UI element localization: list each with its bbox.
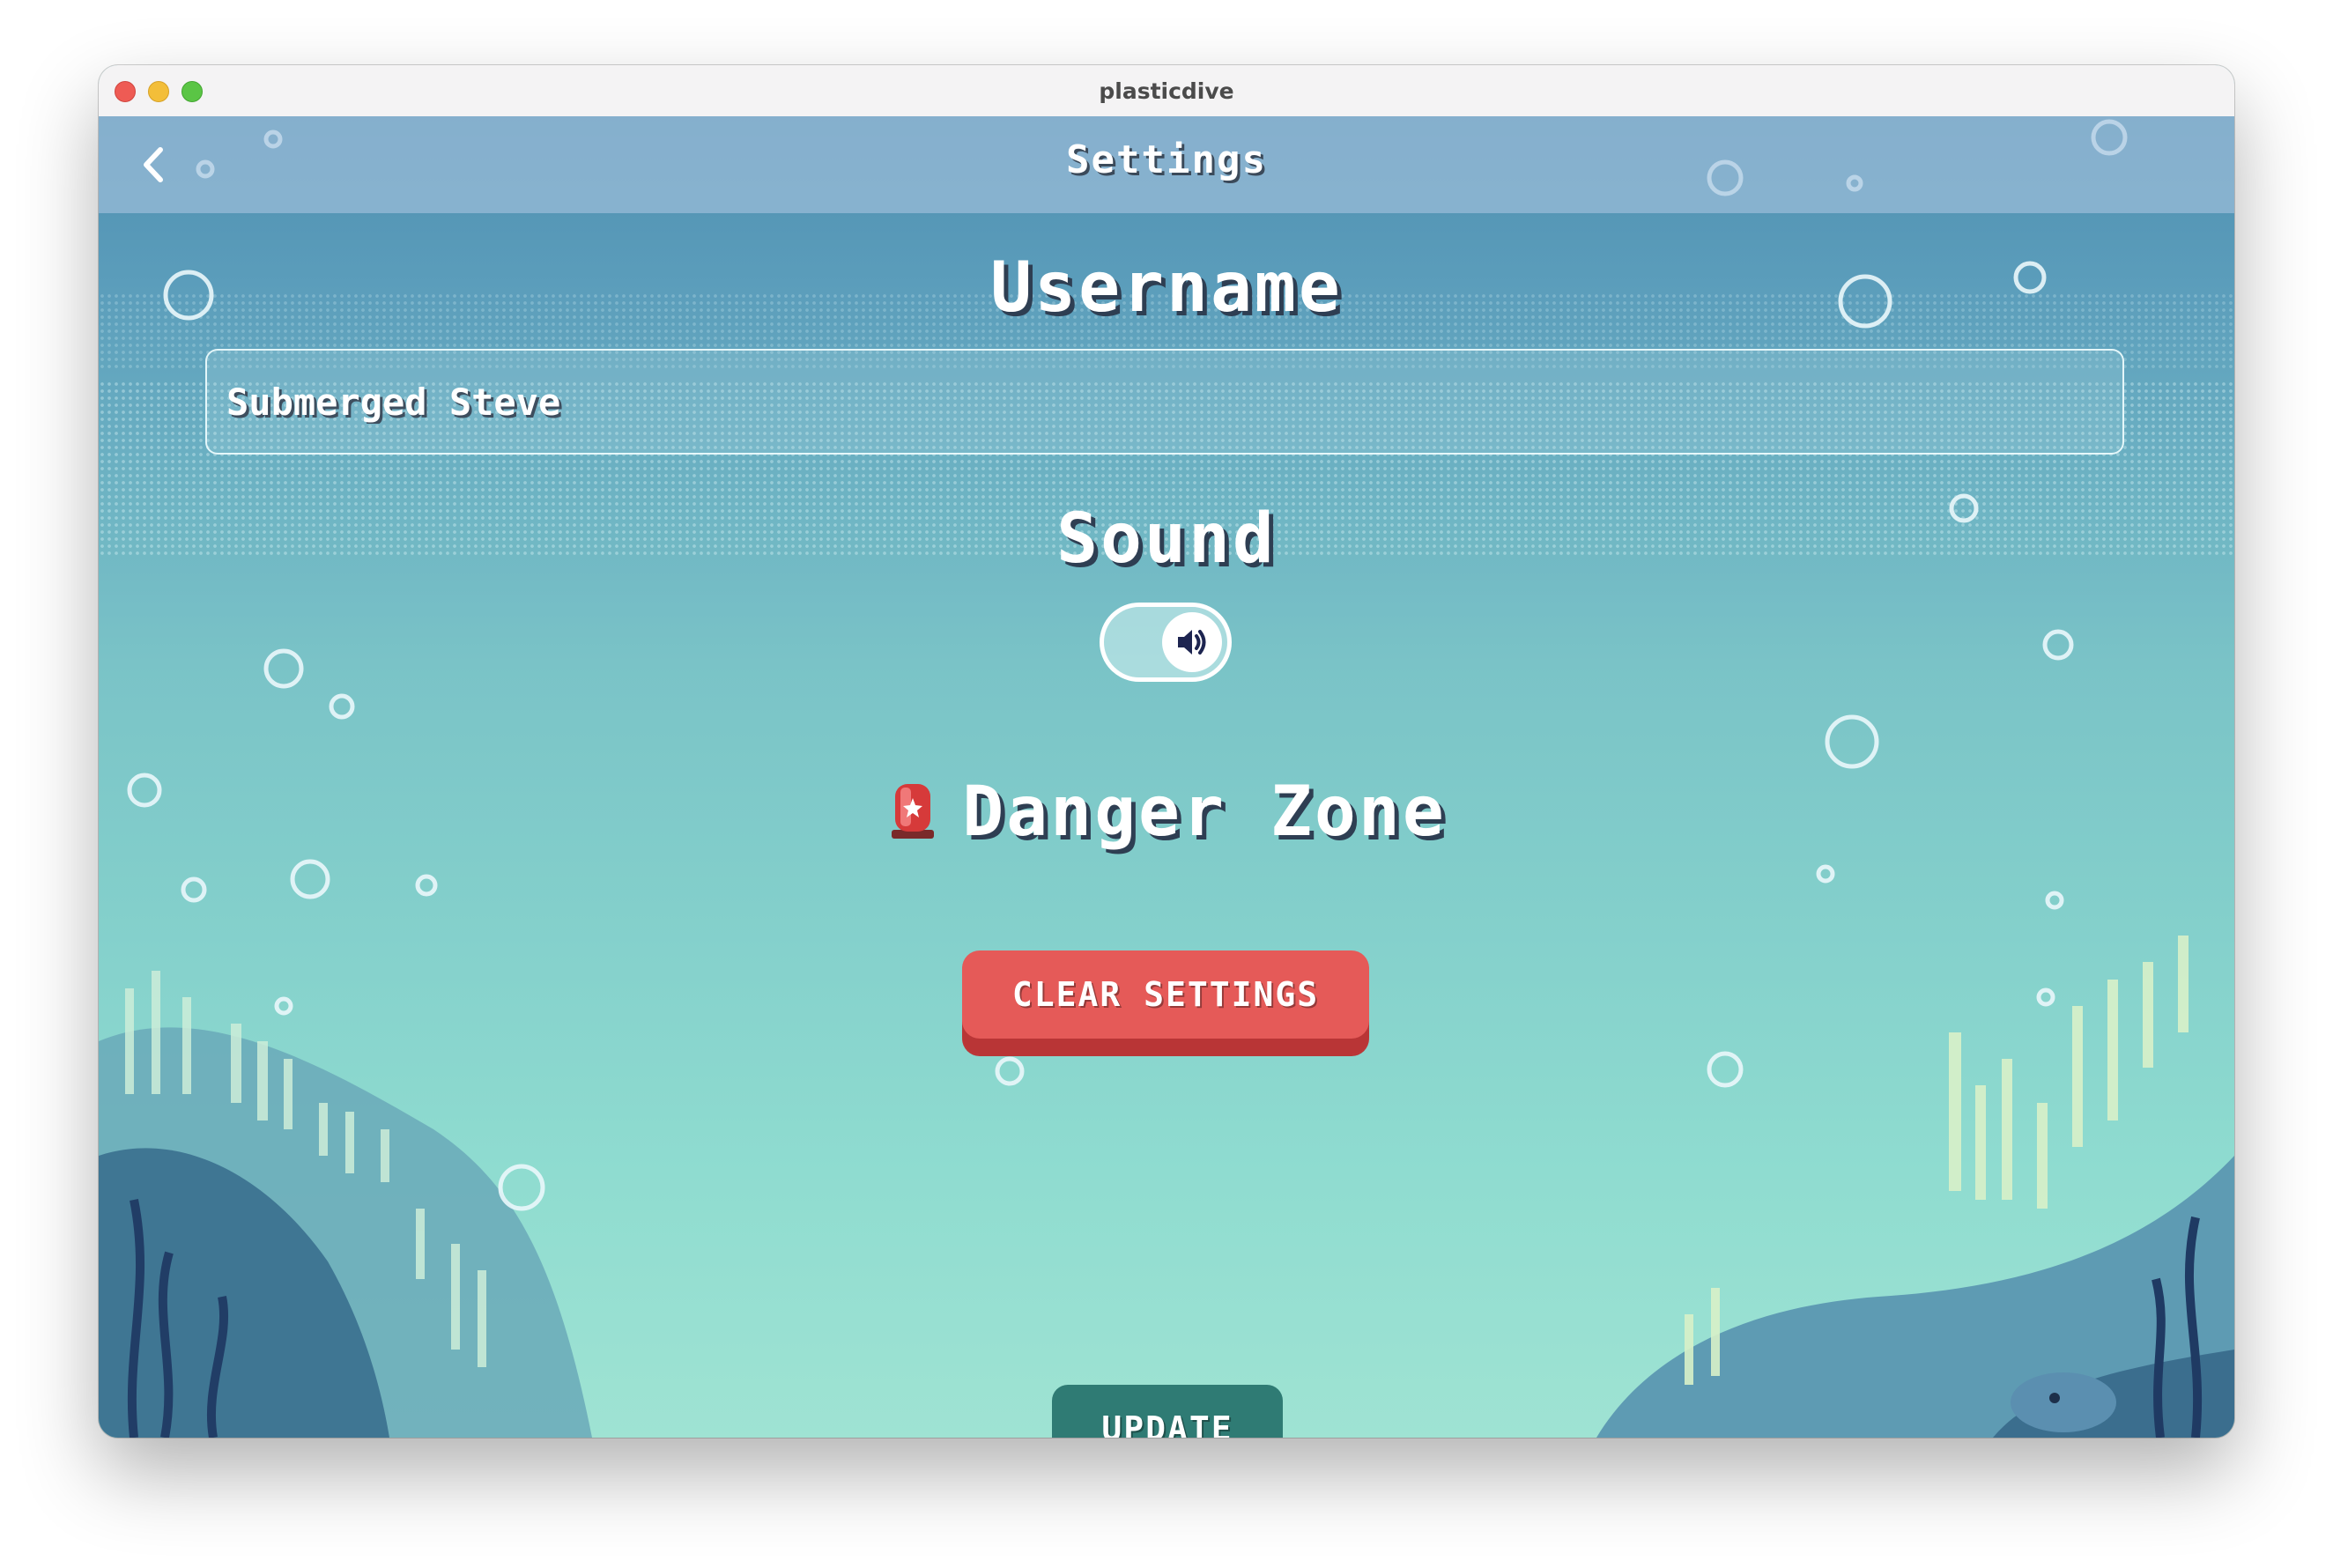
settings-screen: Settings Username Sound [99,116,2234,1438]
update-button[interactable]: UPDATE [1052,1385,1283,1438]
sound-toggle[interactable] [1100,603,1232,682]
top-bar: Settings [99,116,2234,213]
window-title: plasticdive [1099,78,1234,104]
toggle-knob [1162,612,1222,672]
danger-zone-heading: Danger Zone [99,773,2234,857]
minimize-window-button[interactable] [148,81,169,102]
app-window: plasticdive Settings Username Submerged … [99,65,2234,1438]
alarm-light-icon [886,778,939,857]
clear-settings-button[interactable]: CLEAR SETTINGS [962,950,1369,1054]
username-input[interactable] [205,349,2124,455]
zoom-window-button[interactable] [181,81,203,102]
close-window-button[interactable] [115,81,136,102]
speaker-icon [1178,630,1206,655]
traffic-lights [115,81,203,102]
sound-heading: Sound [1056,499,1277,579]
danger-zone-label: Danger Zone [962,773,1447,852]
page-title: Settings [1066,137,1267,182]
window-titlebar: plasticdive [99,65,2234,117]
username-heading: Username [990,248,1343,328]
